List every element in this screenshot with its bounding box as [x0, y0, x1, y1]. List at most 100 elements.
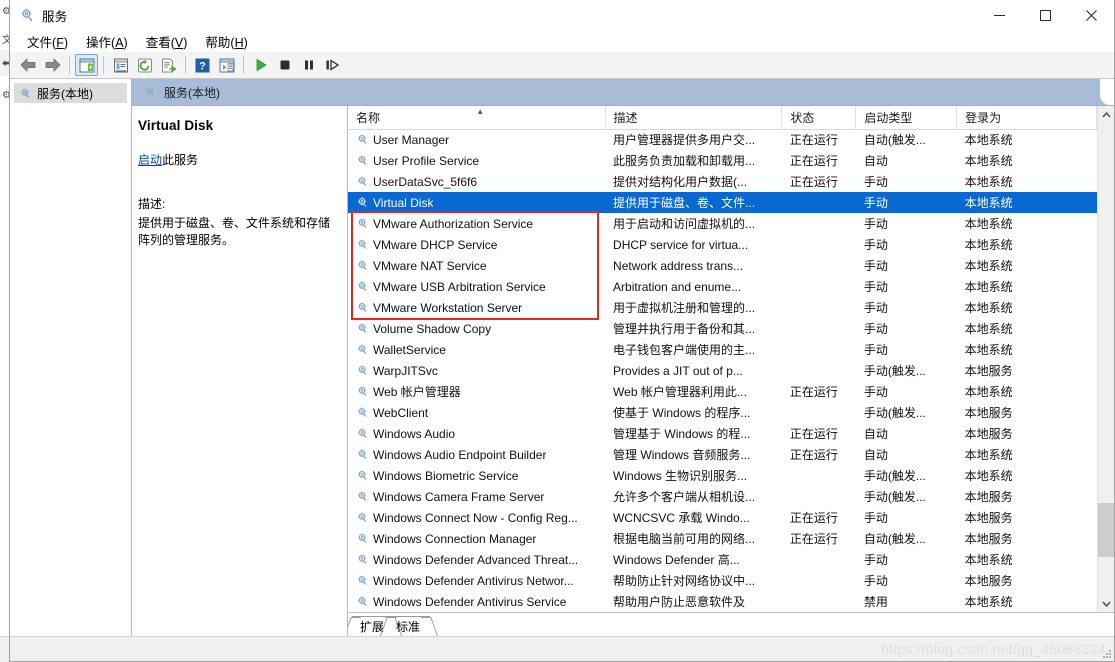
service-gear-icon	[356, 511, 369, 524]
cell-logon-as: 本地服务	[964, 532, 1013, 546]
cell-startup-type: 手动	[863, 343, 888, 357]
cell-description: 用于启动和访问虚拟机的...	[613, 217, 756, 231]
table-row[interactable]: User Profile Service 此服务负责加载和卸载用... 正在运行 自动…	[348, 150, 1097, 171]
cell-logon-as: 本地系统	[964, 469, 1013, 483]
list-vertical-scrollbar[interactable]	[1097, 106, 1114, 612]
tree-pane: 服务(本地)	[10, 79, 132, 636]
table-row[interactable]: VMware DHCP Service DHCP service for virt…	[348, 234, 1097, 255]
table-row[interactable]: Web 帐户管理器 Web 帐户管理器利用此... 正在运行 手动 本地系统	[348, 381, 1097, 402]
service-gear-icon	[356, 301, 369, 314]
service-gear-icon	[356, 427, 369, 440]
service-gear-icon	[356, 238, 369, 251]
table-row[interactable]: Windows Camera Frame Server 允许多个客户端从相机设..…	[348, 486, 1097, 507]
cell-logon-as: 本地系统	[964, 553, 1013, 567]
cell-description: 电子钱包客户端使用的主...	[613, 343, 756, 357]
export-list-icon[interactable]	[157, 54, 180, 76]
window-title: 服务	[42, 9, 68, 24]
service-gear-icon	[356, 217, 369, 230]
cell-status: 正在运行	[789, 427, 838, 441]
cell-description: 用于虚拟机注册和管理的...	[613, 301, 756, 315]
table-row[interactable]: Windows Defender Advanced Threat... Windo…	[348, 549, 1097, 570]
cell-description: WCNCSVC 承载 Windo...	[613, 511, 750, 525]
table-row[interactable]: Volume Shadow Copy 管理并执行用于备份和其... 手动 本地系统	[348, 318, 1097, 339]
table-row[interactable]: Windows Connect Now - Config Reg... WCNCS…	[348, 507, 1097, 528]
table-row[interactable]: User Manager 用户管理器提供多用户交... 正在运行 自动(触发... 本地…	[348, 129, 1097, 150]
cell-status: 正在运行	[789, 385, 838, 399]
table-row[interactable]: WebClient 使基于 Windows 的程序... 手动(触发... 本地服务	[348, 402, 1097, 423]
table-row[interactable]: Windows Audio Endpoint Builder 管理 Windows…	[348, 444, 1097, 465]
start-service-icon[interactable]	[249, 54, 272, 76]
scrollbar-track[interactable]	[1097, 123, 1114, 595]
column-header-name[interactable]: ▲ 名称	[348, 106, 606, 130]
start-service-link[interactable]: 启动	[138, 153, 162, 167]
forward-icon[interactable]	[41, 54, 64, 76]
column-header-logon[interactable]: 登录为	[956, 106, 1097, 130]
scrollbar-thumb[interactable]	[1097, 503, 1114, 557]
table-row[interactable]: Windows Defender Antivirus Networ... 帮助防止…	[348, 570, 1097, 591]
close-button[interactable]	[1068, 0, 1114, 30]
toolbar-separator-1	[69, 56, 70, 74]
service-gear-icon	[356, 343, 369, 356]
table-row[interactable]: Windows Audio 管理基于 Windows 的程... 正在运行 自动 本地服…	[348, 423, 1097, 444]
show-hide-tree-icon[interactable]	[75, 54, 98, 76]
scroll-down-arrow-icon[interactable]	[1098, 595, 1115, 612]
table-row[interactable]: WarpJITSvc Provides a JIT out of p... 手动(触…	[348, 360, 1097, 381]
back-icon[interactable]	[17, 54, 40, 76]
menu-help[interactable]: 帮助(H)	[196, 30, 256, 53]
table-row[interactable]: UserDataSvc_5f6f6 提供对结构化用户数据(... 正在运行 手动 本地系…	[348, 171, 1097, 192]
restart-service-icon[interactable]	[321, 54, 344, 76]
pause-service-icon[interactable]	[297, 54, 320, 76]
services-gear-icon	[144, 86, 157, 99]
service-name-text: VMware Workstation Server	[373, 300, 523, 315]
menu-action[interactable]: 操作(A)	[77, 30, 137, 53]
maximize-button[interactable]	[1022, 0, 1068, 30]
cell-startup-type: 手动(触发...	[863, 469, 926, 483]
cell-logon-as: 本地系统	[964, 259, 1013, 273]
service-gear-icon	[356, 196, 369, 209]
service-name-text: VMware DHCP Service	[373, 237, 498, 252]
help-icon[interactable]: ?	[191, 54, 214, 76]
table-row[interactable]: Windows Connection Manager 根据电脑当前可用的网络...…	[348, 528, 1097, 549]
cell-description: 允许多个客户端从相机设...	[613, 490, 756, 504]
menu-file[interactable]: 文件(F)	[18, 30, 77, 53]
tab-standard[interactable]: 标准	[388, 616, 431, 636]
menu-view[interactable]: 查看(V)	[137, 30, 197, 53]
cell-status: 正在运行	[789, 511, 838, 525]
cell-logon-as: 本地系统	[964, 217, 1013, 231]
scroll-up-arrow-icon[interactable]	[1098, 106, 1115, 123]
service-gear-icon	[356, 280, 369, 293]
cell-description: 根据电脑当前可用的网络...	[613, 532, 756, 546]
service-gear-icon	[356, 154, 369, 167]
stop-service-icon[interactable]	[273, 54, 296, 76]
table-row[interactable]: VMware Authorization Service 用于启动和访问虚拟机的.…	[348, 213, 1097, 234]
minimize-button[interactable]	[976, 0, 1022, 30]
services-list-wrap: ▲ 名称 描述 状态 启动类型 登录为 User Manager 用户管理器提供…	[348, 106, 1114, 612]
refresh-icon[interactable]	[133, 54, 156, 76]
service-name-text: WalletService	[373, 342, 446, 357]
cell-service-name: Volume Shadow Copy	[348, 318, 605, 339]
cell-logon-as: 本地服务	[964, 574, 1013, 588]
table-row[interactable]: VMware Workstation Server 用于虚拟机注册和管理的... 手…	[348, 297, 1097, 318]
service-name-text: Windows Defender Advanced Threat...	[373, 552, 579, 567]
column-header-status[interactable]: 状态	[781, 106, 857, 130]
table-row[interactable]: VMware NAT Service Network address trans.…	[348, 255, 1097, 276]
description-text: 提供用于磁盘、卷、文件系统和存储阵列的管理服务。	[138, 216, 331, 247]
cell-service-name: VMware Workstation Server	[348, 297, 605, 318]
service-gear-icon	[356, 133, 369, 146]
show-action-pane-icon[interactable]	[215, 54, 238, 76]
sidebar-item-services-local[interactable]: 服务(本地)	[14, 83, 127, 103]
column-header-startup[interactable]: 启动类型	[855, 106, 958, 130]
table-row[interactable]: Virtual Disk 提供用于磁盘、卷、文件... 手动 本地系统	[348, 192, 1097, 213]
cell-service-name: WarpJITSvc	[348, 360, 605, 381]
column-header-description[interactable]: 描述	[605, 106, 783, 130]
console-header: 服务(本地)	[132, 79, 1114, 105]
properties-icon[interactable]	[109, 54, 132, 76]
table-row[interactable]: VMware USB Arbitration Service Arbitratio…	[348, 276, 1097, 297]
resize-grip-icon[interactable]	[1100, 647, 1112, 659]
table-row[interactable]: Windows Defender Antivirus Service 帮助用户防止…	[348, 591, 1097, 612]
table-row[interactable]: WalletService 电子钱包客户端使用的主... 手动 本地系统	[348, 339, 1097, 360]
cell-description: 提供用于磁盘、卷、文件...	[605, 192, 782, 213]
cell-startup-type: 自动	[863, 448, 888, 462]
menu-action-label: 操作	[86, 35, 112, 50]
table-row[interactable]: Windows Biometric Service Windows 生物识别服务.…	[348, 465, 1097, 486]
